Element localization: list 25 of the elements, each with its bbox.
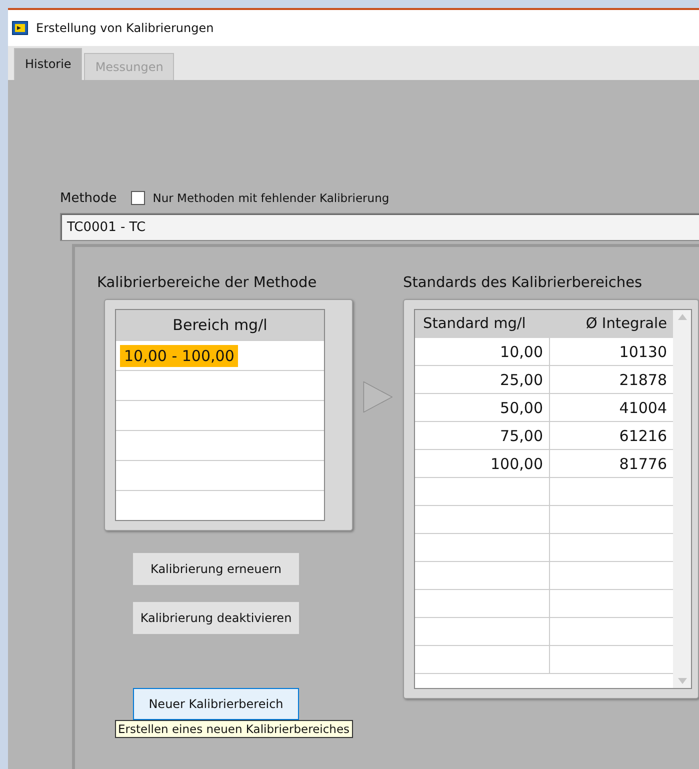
scroll-down-icon[interactable] (678, 678, 686, 684)
column-header: Bereich mg/l (116, 310, 324, 340)
scrollbar[interactable] (673, 310, 691, 688)
section-title: Standards des Kalibrierbereiches (403, 275, 644, 291)
table-cell: 75,00 (415, 422, 550, 450)
tooltip: Erstellen eines neuen Kalibrierbereiches (115, 720, 353, 738)
list-item[interactable]: 10,00 - 100,00 (120, 344, 238, 366)
method-dropdown[interactable]: TC0001 - TC (60, 213, 699, 241)
app-icon (12, 21, 28, 35)
checkbox[interactable] (130, 191, 145, 205)
method-label: Methode (60, 190, 117, 206)
table-cell: 25,00 (415, 366, 550, 394)
checkbox-label: Nur Methoden mit fehlender Kalibrierung (152, 191, 390, 205)
table-cell: 100,00 (415, 450, 550, 478)
column-header: Standard mg/l (415, 310, 550, 338)
column-header: Ø Integrale (550, 310, 673, 338)
section-title: Kalibrierbereiche der Methode (97, 275, 318, 291)
table-cell: 50,00 (415, 394, 550, 422)
scroll-up-icon[interactable] (678, 314, 686, 320)
action-button[interactable]: Neuer Kalibrierbereich (133, 688, 299, 720)
window-title: Erstellung von Kalibrierungen (36, 21, 214, 35)
action-button[interactable]: Kalibrierung deaktivieren (133, 602, 299, 634)
tab[interactable]: Historie (14, 48, 82, 80)
action-button[interactable]: Kalibrierung erneuern (133, 553, 299, 585)
table-cell: 10,00 (415, 338, 550, 366)
